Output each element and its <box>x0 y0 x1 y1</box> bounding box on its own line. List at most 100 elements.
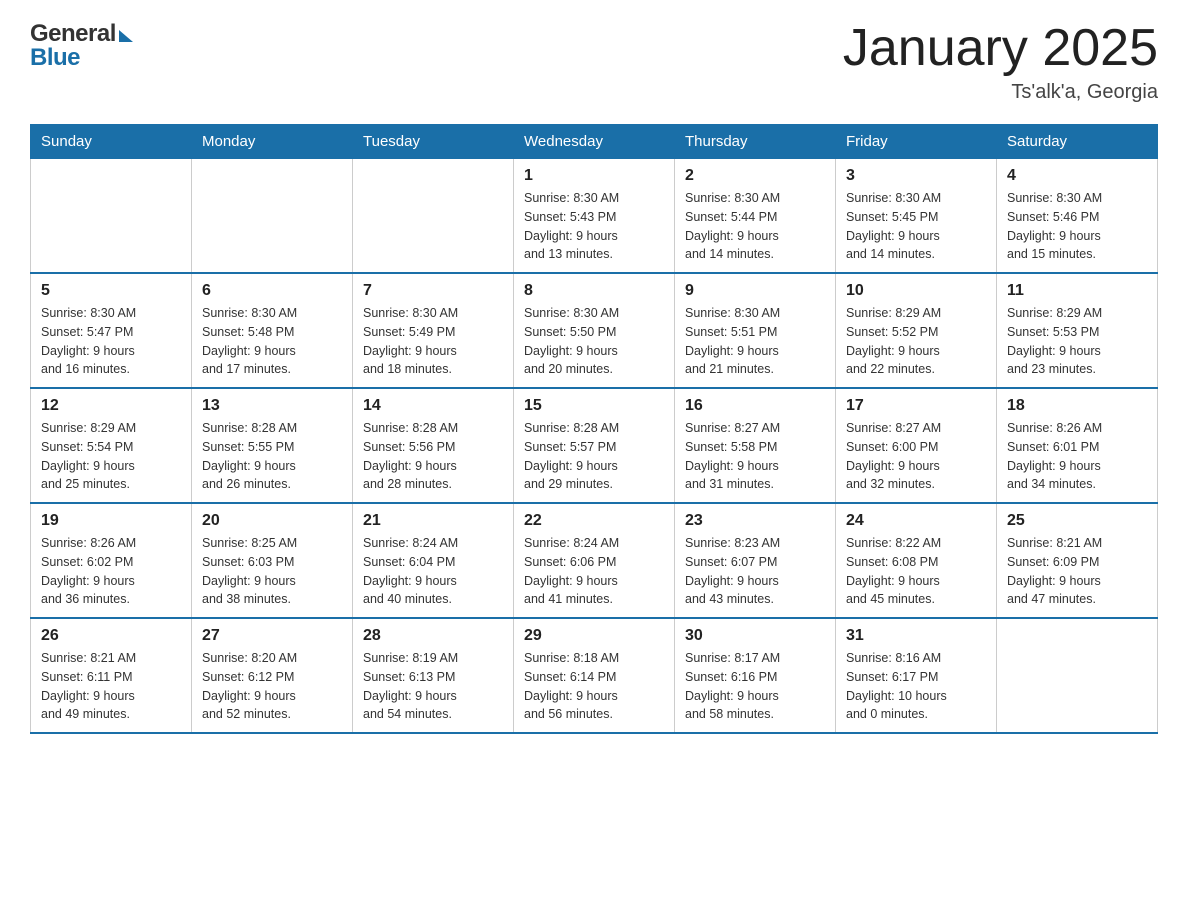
day-info: Sunrise: 8:30 AM Sunset: 5:48 PM Dayligh… <box>202 304 342 379</box>
calendar-cell: 15Sunrise: 8:28 AM Sunset: 5:57 PM Dayli… <box>514 388 675 503</box>
day-info: Sunrise: 8:24 AM Sunset: 6:06 PM Dayligh… <box>524 534 664 609</box>
day-number: 14 <box>363 397 503 415</box>
calendar-header-tuesday: Tuesday <box>353 125 514 159</box>
day-number: 16 <box>685 397 825 415</box>
day-info: Sunrise: 8:28 AM Sunset: 5:55 PM Dayligh… <box>202 419 342 494</box>
calendar-cell: 6 Sunrise: 8:30 AM Sunset: 5:48 PM Daylig… <box>192 273 353 388</box>
day-number: 4 <box>1007 167 1147 185</box>
day-number: 11 <box>1007 282 1147 300</box>
day-number: 26 <box>41 627 181 645</box>
day-number: 1 <box>524 167 664 185</box>
day-info: Sunrise: 8:26 AM Sunset: 6:02 PM Dayligh… <box>41 534 181 609</box>
day-number: 25 <box>1007 512 1147 530</box>
day-number: 10 <box>846 282 986 300</box>
calendar-week-5: 26 Sunrise: 8:21 AM Sunset: 6:11 PM Dayli… <box>31 618 1158 733</box>
day-info: Sunrise: 8:30 AM Sunset: 5:47 PM Dayligh… <box>41 304 181 379</box>
calendar-cell: 20 Sunrise: 8:25 AM Sunset: 6:03 PM Dayli… <box>192 503 353 618</box>
day-info: Sunrise: 8:26 AM Sunset: 6:01 PM Dayligh… <box>1007 419 1147 494</box>
day-number: 9 <box>685 282 825 300</box>
page-header: General Blue January 2025 Ts'alk'a, Geor… <box>30 20 1158 104</box>
calendar-week-3: 12Sunrise: 8:29 AM Sunset: 5:54 PM Dayli… <box>31 388 1158 503</box>
calendar-cell <box>31 159 192 274</box>
day-info: Sunrise: 8:21 AM Sunset: 6:09 PM Dayligh… <box>1007 534 1147 609</box>
day-number: 21 <box>363 512 503 530</box>
calendar-cell: 16 Sunrise: 8:27 AM Sunset: 5:58 PM Dayli… <box>675 388 836 503</box>
day-info: Sunrise: 8:21 AM Sunset: 6:11 PM Dayligh… <box>41 649 181 724</box>
day-number: 2 <box>685 167 825 185</box>
day-info: Sunrise: 8:23 AM Sunset: 6:07 PM Dayligh… <box>685 534 825 609</box>
calendar-table: SundayMondayTuesdayWednesdayThursdayFrid… <box>30 124 1158 734</box>
calendar-cell: 4 Sunrise: 8:30 AM Sunset: 5:46 PM Daylig… <box>997 159 1158 274</box>
calendar-cell: 10 Sunrise: 8:29 AM Sunset: 5:52 PM Dayli… <box>836 273 997 388</box>
day-info: Sunrise: 8:30 AM Sunset: 5:50 PM Dayligh… <box>524 304 664 379</box>
calendar-header-thursday: Thursday <box>675 125 836 159</box>
day-info: Sunrise: 8:27 AM Sunset: 5:58 PM Dayligh… <box>685 419 825 494</box>
calendar-cell: 2Sunrise: 8:30 AM Sunset: 5:44 PM Daylig… <box>675 159 836 274</box>
day-info: Sunrise: 8:19 AM Sunset: 6:13 PM Dayligh… <box>363 649 503 724</box>
calendar-cell: 29 Sunrise: 8:18 AM Sunset: 6:14 PM Dayli… <box>514 618 675 733</box>
day-number: 23 <box>685 512 825 530</box>
calendar-header-saturday: Saturday <box>997 125 1158 159</box>
calendar-cell: 17 Sunrise: 8:27 AM Sunset: 6:00 PM Dayli… <box>836 388 997 503</box>
calendar-cell: 31 Sunrise: 8:16 AM Sunset: 6:17 PM Dayli… <box>836 618 997 733</box>
day-info: Sunrise: 8:30 AM Sunset: 5:49 PM Dayligh… <box>363 304 503 379</box>
calendar-cell: 7 Sunrise: 8:30 AM Sunset: 5:49 PM Daylig… <box>353 273 514 388</box>
day-info: Sunrise: 8:30 AM Sunset: 5:46 PM Dayligh… <box>1007 189 1147 264</box>
day-info: Sunrise: 8:22 AM Sunset: 6:08 PM Dayligh… <box>846 534 986 609</box>
calendar-title: January 2025 <box>843 20 1158 77</box>
calendar-week-1: 1 Sunrise: 8:30 AM Sunset: 5:43 PM Daylig… <box>31 159 1158 274</box>
day-info: Sunrise: 8:29 AM Sunset: 5:53 PM Dayligh… <box>1007 304 1147 379</box>
day-number: 31 <box>846 627 986 645</box>
calendar-cell <box>192 159 353 274</box>
day-number: 8 <box>524 282 664 300</box>
calendar-cell: 27Sunrise: 8:20 AM Sunset: 6:12 PM Dayli… <box>192 618 353 733</box>
day-number: 12 <box>41 397 181 415</box>
day-number: 5 <box>41 282 181 300</box>
calendar-week-2: 5 Sunrise: 8:30 AM Sunset: 5:47 PM Daylig… <box>31 273 1158 388</box>
day-number: 29 <box>524 627 664 645</box>
logo-arrow-icon <box>119 30 133 42</box>
day-info: Sunrise: 8:16 AM Sunset: 6:17 PM Dayligh… <box>846 649 986 724</box>
calendar-week-4: 19 Sunrise: 8:26 AM Sunset: 6:02 PM Dayli… <box>31 503 1158 618</box>
day-info: Sunrise: 8:28 AM Sunset: 5:56 PM Dayligh… <box>363 419 503 494</box>
day-number: 27 <box>202 627 342 645</box>
calendar-cell: 14 Sunrise: 8:28 AM Sunset: 5:56 PM Dayli… <box>353 388 514 503</box>
day-number: 7 <box>363 282 503 300</box>
calendar-cell: 25 Sunrise: 8:21 AM Sunset: 6:09 PM Dayli… <box>997 503 1158 618</box>
calendar-cell: 19 Sunrise: 8:26 AM Sunset: 6:02 PM Dayli… <box>31 503 192 618</box>
calendar-cell: 18 Sunrise: 8:26 AM Sunset: 6:01 PM Dayli… <box>997 388 1158 503</box>
calendar-location: Ts'alk'a, Georgia <box>843 81 1158 104</box>
calendar-cell: 1 Sunrise: 8:30 AM Sunset: 5:43 PM Daylig… <box>514 159 675 274</box>
calendar-cell: 23 Sunrise: 8:23 AM Sunset: 6:07 PM Dayli… <box>675 503 836 618</box>
day-number: 30 <box>685 627 825 645</box>
day-info: Sunrise: 8:18 AM Sunset: 6:14 PM Dayligh… <box>524 649 664 724</box>
day-number: 19 <box>41 512 181 530</box>
calendar-cell: 13Sunrise: 8:28 AM Sunset: 5:55 PM Dayli… <box>192 388 353 503</box>
calendar-cell: 24 Sunrise: 8:22 AM Sunset: 6:08 PM Dayli… <box>836 503 997 618</box>
calendar-cell: 28Sunrise: 8:19 AM Sunset: 6:13 PM Dayli… <box>353 618 514 733</box>
calendar-header-row: SundayMondayTuesdayWednesdayThursdayFrid… <box>31 125 1158 159</box>
logo: General Blue <box>30 20 133 72</box>
calendar-cell: 5 Sunrise: 8:30 AM Sunset: 5:47 PM Daylig… <box>31 273 192 388</box>
day-info: Sunrise: 8:27 AM Sunset: 6:00 PM Dayligh… <box>846 419 986 494</box>
day-number: 18 <box>1007 397 1147 415</box>
day-number: 24 <box>846 512 986 530</box>
day-info: Sunrise: 8:25 AM Sunset: 6:03 PM Dayligh… <box>202 534 342 609</box>
day-number: 17 <box>846 397 986 415</box>
calendar-cell: 21 Sunrise: 8:24 AM Sunset: 6:04 PM Dayli… <box>353 503 514 618</box>
calendar-cell: 11 Sunrise: 8:29 AM Sunset: 5:53 PM Dayli… <box>997 273 1158 388</box>
calendar-cell: 26 Sunrise: 8:21 AM Sunset: 6:11 PM Dayli… <box>31 618 192 733</box>
day-number: 6 <box>202 282 342 300</box>
day-number: 3 <box>846 167 986 185</box>
day-info: Sunrise: 8:29 AM Sunset: 5:52 PM Dayligh… <box>846 304 986 379</box>
day-number: 20 <box>202 512 342 530</box>
calendar-cell: 22 Sunrise: 8:24 AM Sunset: 6:06 PM Dayli… <box>514 503 675 618</box>
calendar-cell: 12Sunrise: 8:29 AM Sunset: 5:54 PM Dayli… <box>31 388 192 503</box>
calendar-cell: 30Sunrise: 8:17 AM Sunset: 6:16 PM Dayli… <box>675 618 836 733</box>
day-info: Sunrise: 8:30 AM Sunset: 5:43 PM Dayligh… <box>524 189 664 264</box>
day-info: Sunrise: 8:24 AM Sunset: 6:04 PM Dayligh… <box>363 534 503 609</box>
calendar-header-sunday: Sunday <box>31 125 192 159</box>
calendar-cell <box>353 159 514 274</box>
calendar-header-wednesday: Wednesday <box>514 125 675 159</box>
day-number: 22 <box>524 512 664 530</box>
